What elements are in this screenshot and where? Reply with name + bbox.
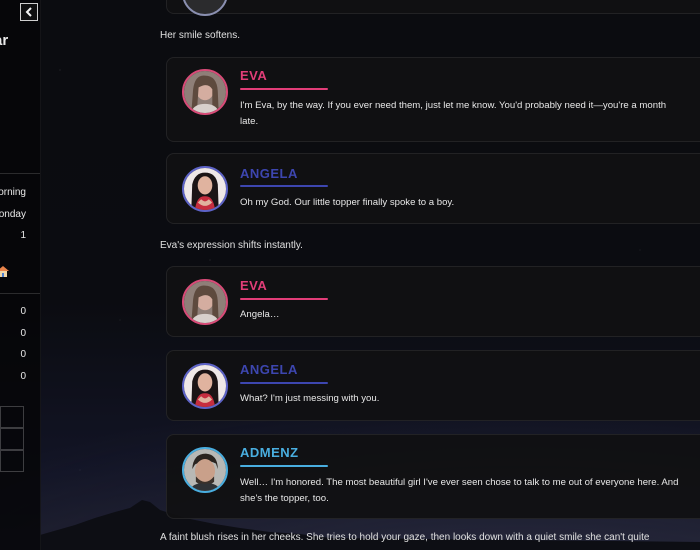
angela-avatar [182,166,228,212]
speaker-name: EVA [240,68,268,83]
back-button[interactable] [20,3,38,21]
sidebar-divider [0,293,40,294]
dialogue-card: ADMENZ Well… I'm honored. The most beaut… [166,434,700,519]
speaker-name: ANGELA [240,166,298,181]
stat-value: 0 [20,371,26,382]
speaker-name: ANGELA [240,362,298,377]
inventory-slot[interactable] [0,428,24,450]
admenz-avatar [182,447,228,493]
dialogue-text: Well… I'm honored. The most beautiful gi… [240,477,679,504]
story-log: Her smile softens. EVA I'm Eva, by the w… [160,0,700,550]
inventory-slot[interactable] [0,406,24,428]
dialogue-text: Angela… [240,309,280,320]
time-of-day: orning [0,187,26,198]
stat-value: 0 [20,349,26,360]
sidebar-title: ar [0,32,9,49]
speaker-name: EVA [240,278,268,293]
speaker-underline [240,382,328,384]
stat-value: 0 [20,306,26,317]
narration-text: A faint blush rises in her cheeks. She t… [160,532,650,543]
speaker-underline [240,88,328,90]
stat-value: 0 [20,328,26,339]
dialogue-text: What? I'm just messing with you. [240,393,380,404]
speaker-underline [240,185,328,187]
dialogue-card: ANGELA Oh my God. Our little topper fina… [166,153,700,224]
speaker-underline [240,465,328,467]
eva-avatar [182,279,228,325]
dialogue-card: EVA Angela… [166,266,700,337]
dialogue-card: ANGELA What? I'm just messing with you. [166,350,700,421]
narration-text: Eva's expression shifts instantly. [160,240,303,251]
chevron-left-icon [25,7,32,17]
day-number: 1 [20,230,26,241]
narration-text: Her smile softens. [160,30,241,41]
weekday: onday [0,209,26,220]
eva-avatar [182,69,228,115]
inventory-slot[interactable] [0,450,24,472]
speaker-name: ADMENZ [240,445,299,460]
left-sidebar: ar orning onday 1 0 0 0 0 [0,0,41,550]
dialogue-card: EVA I'm Eva, by the way. If you ever nee… [166,57,700,142]
dialogue-text: Oh my God. Our little topper finally spo… [240,197,455,208]
angela-avatar [182,363,228,409]
house-icon[interactable] [0,264,10,278]
dialogue-text: I'm Eva, by the way. If you ever need th… [240,100,667,127]
sidebar-divider [0,173,40,174]
speaker-underline [240,298,328,300]
